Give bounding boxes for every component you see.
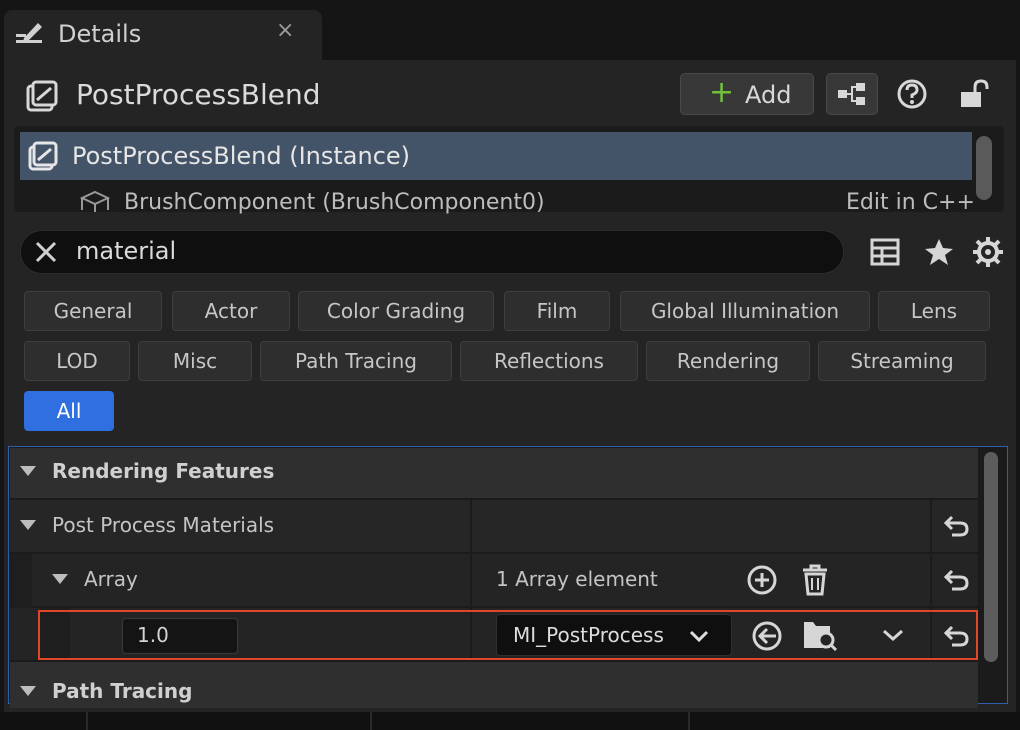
table-view-icon[interactable]: [870, 238, 900, 266]
search-input[interactable]: [74, 234, 778, 268]
tree-row-brush-component[interactable]: BrushComponent (BrushComponent0): [124, 190, 545, 215]
filter-reflections[interactable]: Reflections: [460, 341, 638, 381]
expand-triangle-icon[interactable]: [20, 466, 36, 476]
tree-scrollbar[interactable]: [976, 136, 992, 200]
actor-icon: [26, 80, 58, 112]
post-process-materials-label: Post Process Materials: [52, 513, 275, 537]
help-icon[interactable]: [896, 78, 928, 110]
array-count: 1 Array element: [496, 567, 658, 591]
bottom-divider: [370, 712, 372, 730]
actor-icon: [28, 141, 58, 171]
filter-general[interactable]: General: [24, 291, 162, 331]
bottom-divider: [86, 712, 88, 730]
filter-lens[interactable]: Lens: [878, 291, 990, 331]
filter-color-grading[interactable]: Color Grading: [298, 291, 494, 331]
delete-icon[interactable]: [800, 564, 830, 596]
filter-rendering[interactable]: Rendering: [646, 341, 810, 381]
filter-film[interactable]: Film: [504, 291, 610, 331]
settings-gear-icon[interactable]: [972, 236, 1004, 268]
expand-triangle-icon[interactable]: [20, 520, 36, 530]
category-path-tracing-label: Path Tracing: [52, 679, 193, 703]
component-cube-icon: [80, 190, 110, 212]
filter-all[interactable]: All: [24, 391, 114, 431]
expand-triangle-icon[interactable]: [20, 686, 36, 696]
add-component-button[interactable]: + Add: [680, 73, 814, 115]
details-tab[interactable]: [4, 10, 322, 62]
close-icon[interactable]: ×: [276, 18, 294, 43]
tree-row-instance-label: PostProcessBlend (Instance): [72, 142, 411, 170]
grid-scrollbar[interactable]: [984, 452, 998, 662]
expand-triangle-icon[interactable]: [52, 574, 68, 584]
filter-streaming[interactable]: Streaming: [818, 341, 986, 381]
filter-path-tracing[interactable]: Path Tracing: [260, 341, 452, 381]
details-pencil-icon: [16, 23, 42, 43]
reset-arrow-icon[interactable]: [942, 514, 970, 538]
filter-actor[interactable]: Actor: [172, 291, 290, 331]
blueprint-button[interactable]: [826, 73, 878, 115]
add-plus-icon: +: [709, 75, 735, 110]
array-label: Array: [84, 567, 138, 591]
property-array: [10, 554, 978, 606]
star-icon[interactable]: [924, 238, 954, 266]
bottom-strip: [0, 712, 1020, 730]
filter-lod[interactable]: LOD: [24, 341, 130, 381]
lock-icon[interactable]: [958, 78, 990, 110]
edit-in-cpp-link[interactable]: Edit in C++: [846, 190, 975, 215]
tab-title: Details: [58, 20, 142, 48]
bottom-divider: [688, 712, 690, 730]
actor-name: PostProcessBlend: [76, 78, 321, 111]
reset-arrow-icon[interactable]: [942, 568, 970, 592]
filter-global-illumination[interactable]: Global Illumination: [620, 291, 870, 331]
clear-search-icon[interactable]: [34, 240, 58, 264]
add-element-icon[interactable]: [746, 564, 778, 596]
highlight-box: [38, 610, 978, 660]
filter-misc[interactable]: Misc: [138, 341, 252, 381]
add-button-label: Add: [745, 81, 792, 109]
blueprint-icon: [838, 83, 865, 105]
category-rendering-features-label: Rendering Features: [52, 459, 275, 483]
